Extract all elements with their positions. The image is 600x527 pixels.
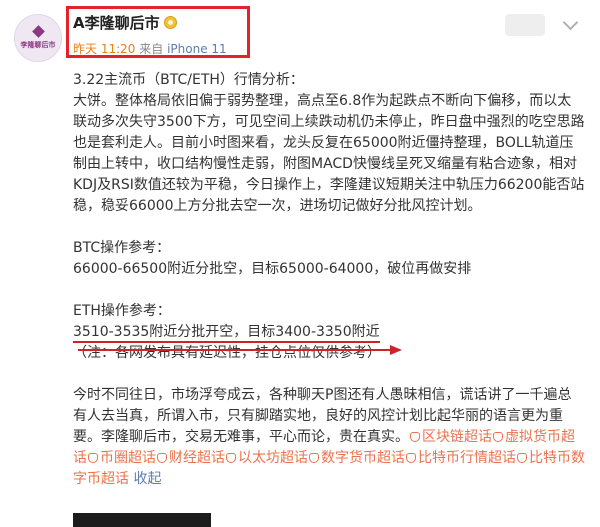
topic-icon (226, 453, 236, 463)
follow-button-blurred[interactable] (505, 14, 545, 36)
btc-heading: BTC操作参考： (73, 240, 171, 256)
post-meta: 昨天 11:20 来自 iPhone 11 (73, 40, 227, 57)
collapse-link[interactable]: 收起 (133, 471, 161, 487)
topic-link[interactable]: 以太坊超话 (225, 450, 308, 466)
chevron-down-icon[interactable] (562, 14, 579, 31)
post-closing: 今时不同往日，市场浮夸成云，各种聊天P图还有人愚昧相信，谎话讲了一千遍总有人去当… (73, 385, 585, 490)
avatar-label: 李隆聊后市 (20, 40, 56, 49)
topic-icon (157, 453, 167, 463)
topic-icon (410, 432, 420, 442)
btc-line: 66000-66500附近分批空，目标65000-64000，破位再做安排 (73, 261, 472, 277)
topic-icon (309, 453, 319, 463)
eth-heading: ETH操作参考： (73, 303, 171, 319)
avatar[interactable]: 李隆聊后市 (14, 14, 62, 62)
post-title: 3.22主流币（BTC/ETH）行情分析： (73, 72, 304, 88)
post-device: iPhone 11 (167, 42, 227, 56)
logo-mark-icon (31, 24, 45, 38)
topic-link[interactable]: 比特币行情超话 (405, 450, 516, 466)
topic-icon (517, 453, 527, 463)
post-header: 李隆聊后市 A李隆聊后市 昨天 11:20 来自 iPhone 11 (0, 0, 600, 70)
topic-link[interactable]: 区块链超话 (409, 429, 492, 445)
topic-icon (493, 432, 503, 442)
red-arrow-annotation (78, 345, 402, 355)
topic-icon (406, 453, 416, 463)
image-thumbnail[interactable] (73, 513, 211, 527)
topic-link[interactable]: 财经超话 (156, 450, 225, 466)
gold-crown-badge-icon (163, 16, 177, 29)
username[interactable]: A李隆聊后市 (73, 12, 177, 33)
topic-link[interactable]: 币圈超话 (87, 450, 156, 466)
username-text[interactable]: A李隆聊后市 (73, 12, 160, 33)
post-analysis: 大饼。整体格局依旧偏于弱势整理，高点至6.8作为起跌点不断向下偏移，而以太联动多… (73, 93, 585, 214)
topic-link[interactable]: 数字货币超话 (308, 450, 405, 466)
eth-line: 3510-3535附近分批开空，目标3400-3350附近 (73, 324, 380, 343)
source-prefix: 来自 (139, 42, 164, 56)
post-body: 3.22主流币（BTC/ETH）行情分析： 大饼。整体格局依旧偏于弱势整理，高点… (73, 70, 585, 490)
topic-icon (88, 453, 98, 463)
post-time[interactable]: 昨天 11:20 (73, 42, 135, 56)
